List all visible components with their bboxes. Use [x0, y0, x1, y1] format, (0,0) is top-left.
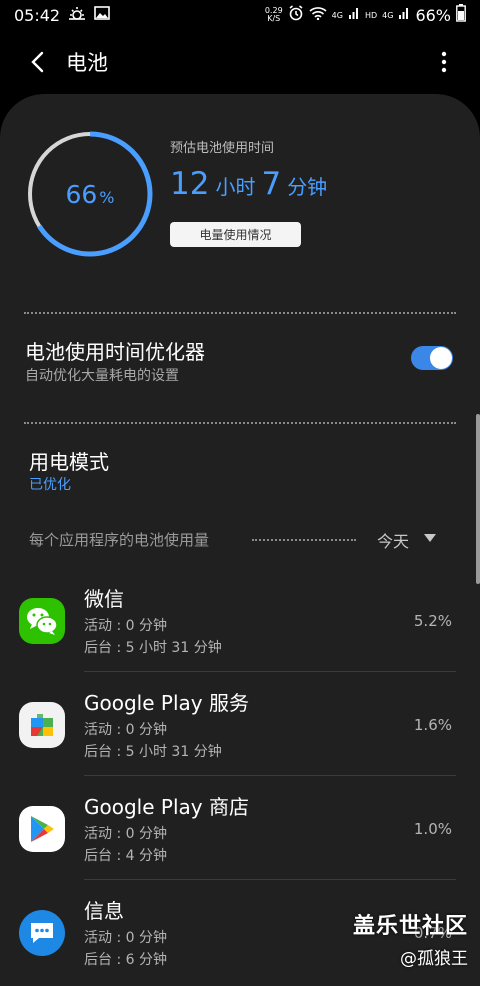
estimate-hours: 12 — [170, 166, 210, 202]
app-battery-percent: 1.6% — [413, 716, 452, 734]
wifi-icon — [309, 6, 327, 24]
chevron-down-icon[interactable] — [424, 534, 436, 542]
app-background-time: 后台 : 5 小时 31 分钟 — [84, 744, 222, 760]
app-name: 信息 — [84, 899, 124, 923]
section-divider-dotted — [252, 539, 356, 541]
app-foreground-time: 活动 : 0 分钟 — [84, 826, 167, 842]
battery-content[interactable]: 66 % 预估电池使用时间 12 小时 7 分钟 电量使用情况 电池使用时间优化… — [0, 94, 480, 986]
hd-label: HD — [364, 10, 378, 20]
power-mode-title[interactable]: 用电模式 — [29, 446, 109, 475]
net-speed: 0.29 K/S — [265, 7, 283, 23]
page-title: 电池 — [66, 51, 108, 75]
period-dropdown[interactable]: 今天 — [377, 528, 409, 552]
messages-icon — [19, 910, 65, 956]
watermark-line1: 盖乐世社区 — [352, 914, 468, 939]
app-row-wechat[interactable]: 微信 活动 : 0 分钟 后台 : 5 小时 31 分钟 5.2% — [0, 568, 480, 672]
estimate-label: 预估电池使用时间 — [170, 141, 275, 156]
battery-usage-button[interactable]: 电量使用情况 — [170, 222, 301, 247]
toggle-knob — [430, 347, 452, 369]
app-battery-percent: 5.2% — [413, 612, 452, 630]
net-speed-unit: K/S — [267, 14, 281, 23]
app-name: 微信 — [84, 587, 124, 611]
app-row-google-play-services[interactable]: Google Play 服务 活动 : 0 分钟 后台 : 5 小时 31 分钟… — [0, 672, 480, 776]
google-play-store-icon — [19, 806, 65, 852]
app-battery-percent: 1.0% — [413, 820, 452, 838]
app-usage-section-label: 每个应用程序的电池使用量 — [29, 531, 210, 549]
optimizer-toggle[interactable] — [411, 346, 453, 370]
estimate-time: 12 小时 7 分钟 — [170, 166, 327, 202]
optimizer-title[interactable]: 电池使用时间优化器 — [25, 336, 205, 365]
estimate-minutes: 7 — [261, 166, 282, 202]
battery-level-unit: % — [99, 187, 115, 207]
watermark: 盖乐世社区 @孤狼王 — [353, 908, 468, 969]
app-foreground-time: 活动 : 0 分钟 — [84, 930, 167, 946]
alarm-icon — [288, 5, 304, 25]
battery-level-number: 66 — [65, 179, 98, 209]
app-name: Google Play 商店 — [84, 795, 249, 819]
power-mode-value: 已优化 — [29, 477, 71, 493]
google-play-services-icon — [19, 702, 65, 748]
lte-label: 4G — [331, 10, 343, 20]
estimate-minutes-unit: 分钟 — [287, 175, 328, 199]
optimizer-subtitle: 自动优化大量耗电的设置 — [25, 368, 179, 384]
app-foreground-time: 活动 : 0 分钟 — [84, 722, 167, 738]
weather-icon — [68, 6, 86, 24]
back-arrow-icon — [31, 51, 44, 73]
app-background-time: 后台 : 4 分钟 — [84, 848, 167, 864]
divider-dotted-2 — [24, 422, 456, 424]
status-battery-percent: 66% — [415, 5, 451, 25]
app-bar: 电池 — [0, 36, 480, 88]
battery-level: 66 % — [26, 130, 154, 258]
more-vert-icon — [441, 51, 447, 73]
lte2-label: 4G — [382, 10, 394, 20]
status-time: 05:42 — [14, 5, 61, 25]
back-button[interactable] — [24, 49, 50, 75]
watermark-line2: @孤狼王 — [400, 949, 468, 969]
signal-icon — [348, 6, 360, 24]
wechat-icon — [19, 598, 65, 644]
divider-dotted — [24, 312, 456, 314]
app-background-time: 后台 : 6 分钟 — [84, 952, 167, 968]
app-foreground-time: 活动 : 0 分钟 — [84, 618, 167, 634]
scrollbar[interactable] — [476, 414, 480, 584]
battery-icon — [456, 4, 466, 26]
signal-icon-2 — [398, 6, 410, 24]
app-name: Google Play 服务 — [84, 691, 249, 715]
estimate-hours-unit: 小时 — [215, 175, 256, 199]
status-bar: 05:42 0.29 K/S 4G HD 4G 66% — [0, 0, 480, 30]
gallery-icon — [94, 6, 110, 24]
more-options-button[interactable] — [434, 47, 454, 77]
app-background-time: 后台 : 5 小时 31 分钟 — [84, 640, 222, 656]
app-row-google-play-store[interactable]: Google Play 商店 活动 : 0 分钟 后台 : 4 分钟 1.0% — [0, 776, 480, 880]
